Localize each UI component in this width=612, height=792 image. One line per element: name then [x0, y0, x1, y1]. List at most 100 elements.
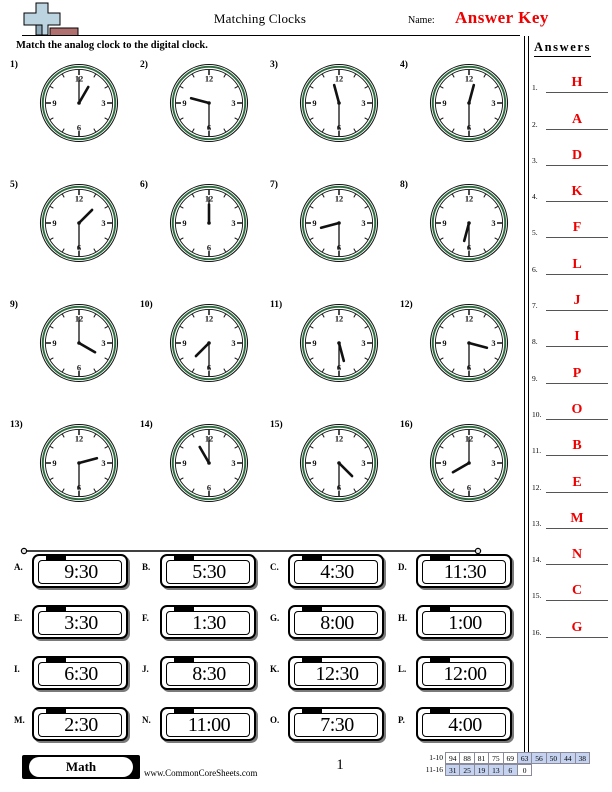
svg-text:12: 12	[205, 315, 213, 324]
digital-clock-icon: 1:30	[160, 605, 258, 641]
svg-text:9: 9	[52, 459, 56, 468]
digital-clock-item[interactable]: H. 1:00	[392, 601, 520, 652]
analog-clock-face-icon: 12369	[38, 182, 120, 264]
digital-clock-icon: 8:30	[160, 656, 258, 692]
analog-clock-face-icon: 12369	[38, 422, 120, 504]
svg-text:12: 12	[75, 435, 83, 444]
choice-letter: E.	[14, 613, 23, 623]
question-number: 5)	[10, 180, 18, 190]
grading-scale-cell-empty	[575, 764, 590, 776]
question-number: 8)	[400, 180, 408, 190]
svg-text:3: 3	[361, 459, 365, 468]
digital-clock-time: 6:30	[64, 663, 98, 685]
grading-scale-range-label: 1-10	[429, 753, 443, 762]
digital-clock-icon: 6:30	[32, 656, 130, 692]
analog-clock-face-icon: 12369	[298, 302, 380, 384]
digital-clock-item[interactable]: E. 3:30	[8, 601, 136, 652]
digital-clock-item[interactable]: J. 8:30	[136, 652, 264, 703]
choice-letter: H.	[398, 613, 408, 623]
question-number: 6)	[140, 180, 148, 190]
digital-clock-icon: 4:00	[416, 707, 514, 743]
grading-scale-cell: 6	[502, 764, 518, 776]
digital-clock-item[interactable]: K. 12:30	[264, 652, 392, 703]
svg-text:9: 9	[442, 219, 446, 228]
answer-row: 15. C	[532, 565, 610, 602]
answer-number: 2.	[532, 119, 538, 129]
digital-clock-time: 3:30	[64, 612, 98, 634]
digital-clock-icon: 7:30	[288, 707, 386, 743]
digital-clock-time: 8:30	[192, 663, 226, 685]
answer-row: 12. E	[532, 456, 610, 493]
subject-badge: Math	[22, 755, 140, 779]
choice-letter: G.	[270, 613, 280, 623]
answer-row: 16. G	[532, 601, 610, 638]
grading-scale-cell: 13	[488, 764, 504, 776]
svg-text:12: 12	[335, 315, 343, 324]
analog-clock-item: 12)12369	[398, 298, 528, 418]
choice-letter: O.	[270, 715, 280, 725]
page-header: Matching Clocks Name: Answer Key	[0, 0, 612, 40]
digital-clock-item[interactable]: L. 12:00	[392, 652, 520, 703]
question-number: 4)	[400, 60, 408, 70]
digital-clock-icon: 11:00	[160, 707, 258, 743]
digital-clock-item[interactable]: I. 6:30	[8, 652, 136, 703]
analog-clock-face-icon: 12369	[428, 302, 510, 384]
answer-row: 8. I	[532, 311, 610, 348]
digital-clock-item[interactable]: O. 7:30	[264, 703, 392, 754]
digital-clock-icon: 9:30	[32, 554, 130, 590]
answer-number: 1.	[532, 83, 538, 93]
answer-number: 6.	[532, 264, 538, 274]
digital-clock-item[interactable]: C. 4:30	[264, 550, 392, 601]
digital-clock-icon: 11:30	[416, 554, 514, 590]
grading-scale-cell-empty	[546, 764, 561, 776]
answer-row: 13. M	[532, 493, 610, 529]
digital-clock-time: 11:30	[443, 561, 487, 583]
grading-scale-row: 11-16 31 25 19 13 6 0	[420, 764, 590, 776]
answer-value: H	[571, 75, 583, 91]
answer-blank-line[interactable]	[546, 636, 608, 638]
svg-text:12: 12	[75, 195, 83, 204]
answer-value: K	[571, 184, 583, 200]
digital-clock-item[interactable]: N. 11:00	[136, 703, 264, 754]
answer-row: 14. N	[532, 529, 610, 566]
analog-clock-face-icon: 12369	[298, 62, 380, 144]
answer-value: G	[571, 619, 583, 635]
digital-clock-item[interactable]: F. 1:30	[136, 601, 264, 652]
choice-letter: D.	[398, 562, 407, 572]
digital-clock-icon: 5:30	[160, 554, 258, 590]
digital-clock-item[interactable]: D. 11:30	[392, 550, 520, 601]
question-number: 11)	[270, 300, 283, 310]
answer-value: I	[574, 329, 580, 345]
svg-text:6: 6	[77, 364, 81, 373]
svg-text:3: 3	[361, 339, 365, 348]
answer-number: 8.	[532, 337, 538, 347]
answer-row: 3. D	[532, 130, 610, 166]
svg-text:3: 3	[101, 339, 105, 348]
digital-clock-time: 4:00	[448, 714, 482, 736]
analog-clock-item: 7)12369	[268, 178, 398, 298]
page-number: 1	[336, 757, 344, 773]
answer-row: 11. B	[532, 420, 610, 457]
question-number: 16)	[400, 420, 413, 430]
digital-clock-time: 8:00	[320, 612, 354, 634]
svg-text:9: 9	[312, 459, 316, 468]
digital-clock-item[interactable]: M. 2:30	[8, 703, 136, 754]
analog-clock-item: 1)12369	[8, 58, 138, 178]
svg-text:9: 9	[442, 99, 446, 108]
grading-scale-cell: 38	[574, 752, 590, 764]
grading-scale-row: 1-10 94 88 81 75 69 63 56 50 44 38	[420, 752, 590, 764]
answer-number: 14.	[532, 555, 542, 565]
choice-letter: C.	[270, 562, 279, 572]
grading-scale-cell: 50	[545, 752, 562, 764]
answer-value: P	[572, 365, 582, 381]
digital-clock-item[interactable]: P. 4:00	[392, 703, 520, 754]
digital-clock-item[interactable]: B. 5:30	[136, 550, 264, 601]
answer-row: 10. O	[532, 384, 610, 420]
page-title: Matching Clocks	[213, 11, 307, 26]
analog-clock-face-icon: 12369	[428, 62, 510, 144]
digital-clock-item[interactable]: G. 8:00	[264, 601, 392, 652]
svg-text:9: 9	[182, 219, 186, 228]
analog-clock-face-icon: 12369	[428, 422, 510, 504]
digital-clock-item[interactable]: A. 9:30	[8, 550, 136, 601]
svg-text:3: 3	[231, 339, 235, 348]
